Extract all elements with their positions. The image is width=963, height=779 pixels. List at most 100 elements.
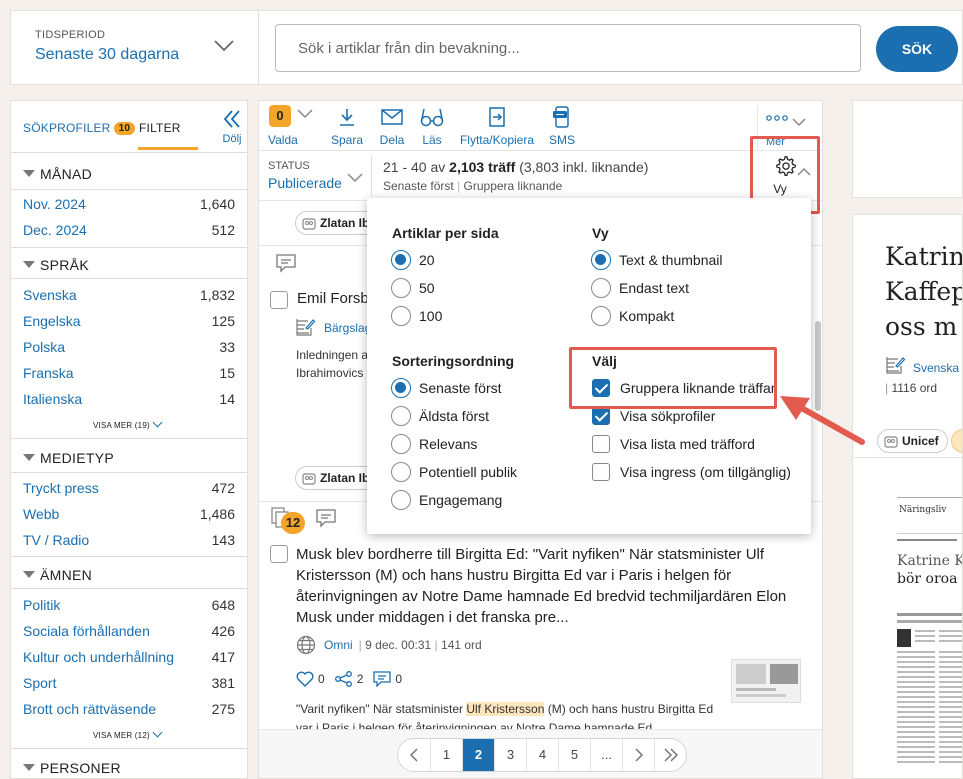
sort-option-newest[interactable]: Senaste först — [391, 378, 502, 398]
print-source-icon — [295, 317, 315, 337]
sort-option-oldest[interactable]: Äldsta först — [391, 406, 489, 426]
per-page-option-50[interactable]: 50 — [391, 278, 435, 298]
filter-count: 14 — [219, 391, 235, 407]
preview-source[interactable]: Svenska — [913, 361, 959, 375]
page-button[interactable]: 3 — [494, 739, 526, 771]
section-persons[interactable]: PERSONER — [23, 760, 121, 776]
show-more-topics[interactable]: VISA MER (12) — [93, 727, 163, 740]
chevron-down-icon[interactable] — [213, 39, 235, 53]
checkbox-show-word-list[interactable]: Visa lista med träfford — [592, 434, 755, 454]
filter-item-sociala[interactable]: Sociala förhållanden 426 — [23, 623, 235, 643]
search-button[interactable]: SÖK — [876, 26, 958, 72]
radio-selected — [391, 250, 411, 270]
people-icon — [302, 471, 316, 485]
option-label: Engagemang — [419, 492, 503, 508]
last-page-button[interactable] — [654, 739, 686, 771]
share-icon[interactable] — [334, 671, 353, 687]
checkbox-show-profiles[interactable]: Visa sökprofiler — [592, 406, 715, 426]
sms-button[interactable]: SMS — [547, 105, 577, 147]
newspaper-page-image[interactable]: Näringsliv Katrine K bör oroa o — [897, 493, 962, 773]
sort-option-engagement[interactable]: Engagemang — [391, 490, 502, 510]
section-month[interactable]: MÅNAD — [23, 166, 92, 182]
tab-filter[interactable]: FILTER — [139, 121, 181, 135]
article-checkbox[interactable] — [270, 545, 288, 563]
divider — [11, 472, 247, 473]
filter-item-sport[interactable]: Sport 381 — [23, 675, 235, 695]
comment-icon[interactable] — [315, 508, 337, 528]
selected-count-badge[interactable]: 0 — [269, 105, 291, 127]
filter-item-tv-radio[interactable]: TV / Radio 143 — [23, 532, 235, 552]
filter-item-dec-2024[interactable]: Dec. 2024 512 — [23, 222, 235, 242]
sort-option-relevance[interactable]: Relevans — [391, 434, 477, 454]
page-button[interactable]: 1 — [430, 739, 462, 771]
hide-sidebar-button[interactable]: Dölj — [218, 109, 246, 145]
view-option-compact[interactable]: Kompakt — [591, 306, 674, 326]
divider — [11, 247, 247, 248]
org-tag-label: Unicef — [902, 434, 939, 448]
article-source[interactable]: Bärgslag — [324, 321, 371, 335]
next-page-button[interactable] — [622, 739, 654, 771]
prev-page-button[interactable] — [398, 739, 430, 771]
tab-search-profiles[interactable]: SÖKPROFILER 10 — [23, 121, 136, 135]
page-ellipsis[interactable]: ... — [590, 739, 622, 771]
filter-item-svenska[interactable]: Svenska 1,832 — [23, 287, 235, 307]
view-title: Vy — [592, 225, 609, 241]
share-label: Dela — [379, 133, 405, 147]
chevron-down-icon[interactable] — [297, 109, 313, 119]
filter-item-politik[interactable]: Politik 648 — [23, 597, 235, 617]
article-title[interactable]: Musk blev bordherre till Birgitta Ed: "V… — [296, 544, 796, 628]
org-tag[interactable]: Unicef — [877, 429, 948, 453]
section-topics[interactable]: ÄMNEN — [23, 567, 92, 583]
period-selector[interactable]: TIDSPERIOD Senaste 30 dagarna — [11, 11, 259, 84]
divider — [371, 155, 372, 197]
filter-item-kultur[interactable]: Kultur och underhållning 417 — [23, 649, 235, 669]
save-label: Spara — [330, 133, 364, 147]
article-checkbox[interactable] — [270, 291, 288, 309]
page-button[interactable]: 4 — [526, 739, 558, 771]
show-more-language[interactable]: VISA MER (19) — [93, 417, 163, 430]
status-value[interactable]: Publicerade — [268, 175, 342, 191]
comment-icon[interactable] — [373, 671, 392, 687]
filter-label: Tryckt press — [23, 480, 99, 496]
search-input[interactable] — [275, 24, 861, 72]
sort-option-audience[interactable]: Potentiell publik — [391, 462, 517, 482]
filter-item-franska[interactable]: Franska 15 — [23, 365, 235, 385]
radio-selected — [591, 250, 611, 270]
view-option-text-thumbnail[interactable]: Text & thumbnail — [591, 250, 723, 270]
filter-label: Polska — [23, 339, 66, 355]
filter-item-italienska[interactable]: Italienska 14 — [23, 391, 235, 411]
filter-item-nov-2024[interactable]: Nov. 2024 1,640 — [23, 196, 235, 216]
filter-item-web[interactable]: Webb 1,486 — [23, 506, 235, 526]
person-tag[interactable]: Zlatan Ib — [295, 211, 379, 235]
similar-count-badge[interactable]: 12 — [281, 512, 305, 534]
read-button[interactable]: Läs — [417, 105, 447, 147]
selected-label[interactable]: Valda — [268, 133, 298, 147]
section-language[interactable]: SPRÅK — [23, 257, 89, 273]
heart-icon[interactable] — [296, 671, 314, 687]
preview-words-count: 1116 ord — [891, 381, 938, 395]
status-row: STATUS Publicerade 21 - 40 av 2,103 träf… — [259, 151, 822, 201]
filter-item-brott[interactable]: Brott och rättväsende 275 — [23, 701, 235, 721]
move-copy-button[interactable]: Flytta/Kopiera — [456, 105, 538, 147]
save-button[interactable]: Spara — [329, 105, 365, 147]
per-page-option-100[interactable]: 100 — [391, 306, 442, 326]
article-title[interactable]: Emil Forsbe — [297, 290, 377, 307]
per-page-option-20[interactable]: 20 — [391, 250, 435, 270]
share-button[interactable]: Dela — [375, 105, 409, 147]
chevron-down-icon[interactable] — [347, 173, 363, 183]
period-value[interactable]: Senaste 30 dagarna — [35, 46, 179, 64]
article-thumbnail[interactable] — [731, 659, 801, 703]
article-snippet: Inledningen a — [296, 348, 369, 362]
article-source[interactable]: Omni — [324, 638, 353, 652]
filter-item-engelska[interactable]: Engelska 125 — [23, 313, 235, 333]
checkbox-show-ingress[interactable]: Visa ingress (om tillgänglig) — [592, 462, 791, 482]
comment-icon[interactable] — [275, 253, 297, 273]
filter-item-polska[interactable]: Polska 33 — [23, 339, 235, 359]
section-media-type[interactable]: MEDIETYP — [23, 450, 114, 466]
filter-item-print[interactable]: Tryckt press 472 — [23, 480, 235, 500]
page-button[interactable]: 5 — [558, 739, 590, 771]
page-button-current[interactable]: 2 — [462, 739, 494, 771]
person-tag[interactable]: Zlatan Ib — [295, 466, 379, 490]
view-option-text-only[interactable]: Endast text — [591, 278, 689, 298]
partial-tag[interactable] — [951, 429, 962, 453]
